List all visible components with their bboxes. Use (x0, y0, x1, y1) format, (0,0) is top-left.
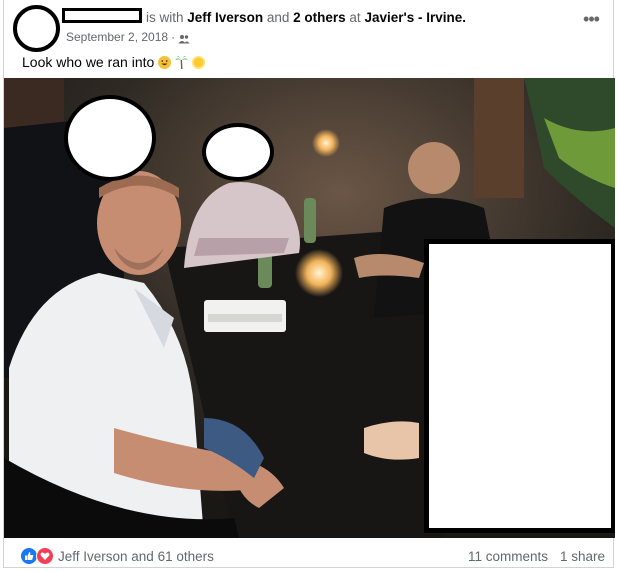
header-prefix: is with (146, 10, 184, 25)
redacted-person (424, 239, 615, 533)
avatar[interactable] (13, 5, 60, 52)
header-and: and (266, 10, 290, 25)
header-at: at (349, 10, 361, 25)
friends-icon[interactable] (178, 33, 190, 43)
post-date[interactable]: September 2, 2018 (66, 30, 168, 44)
love-icon (36, 547, 54, 565)
meta-separator: · (171, 30, 176, 44)
shares-count[interactable]: 1 share (560, 549, 605, 564)
redacted-face-2 (202, 123, 274, 181)
sun-icon (192, 55, 206, 69)
post-caption: Look who we ran into (22, 54, 206, 70)
reaction-text[interactable]: Jeff Iverson and 61 others (58, 549, 214, 564)
location-link[interactable]: Javier's - Irvine. (364, 10, 466, 25)
more-options-button[interactable]: ••• (576, 10, 606, 33)
post-photo[interactable] (4, 78, 615, 538)
post-meta: September 2, 2018 · (66, 30, 190, 44)
engagement-counts: 11 comments 1 share (468, 549, 605, 564)
caption-text: Look who we ran into (22, 54, 155, 70)
comments-count[interactable]: 11 comments (468, 549, 548, 564)
grinning-face-icon (158, 55, 172, 69)
redacted-face-1 (64, 95, 156, 181)
palm-tree-icon (175, 55, 188, 70)
tagged-person-link[interactable]: Jeff Iverson (187, 10, 263, 25)
others-link[interactable]: 2 others (293, 10, 346, 25)
reactions-summary[interactable]: Jeff Iverson and 61 others (20, 547, 214, 565)
post-header: is with Jeff Iverson and 2 others at Jav… (146, 10, 466, 25)
post-card: is with Jeff Iverson and 2 others at Jav… (3, 0, 615, 568)
post-footer: Jeff Iverson and 61 others 11 comments 1… (4, 540, 615, 568)
redacted-author-name (62, 8, 142, 23)
